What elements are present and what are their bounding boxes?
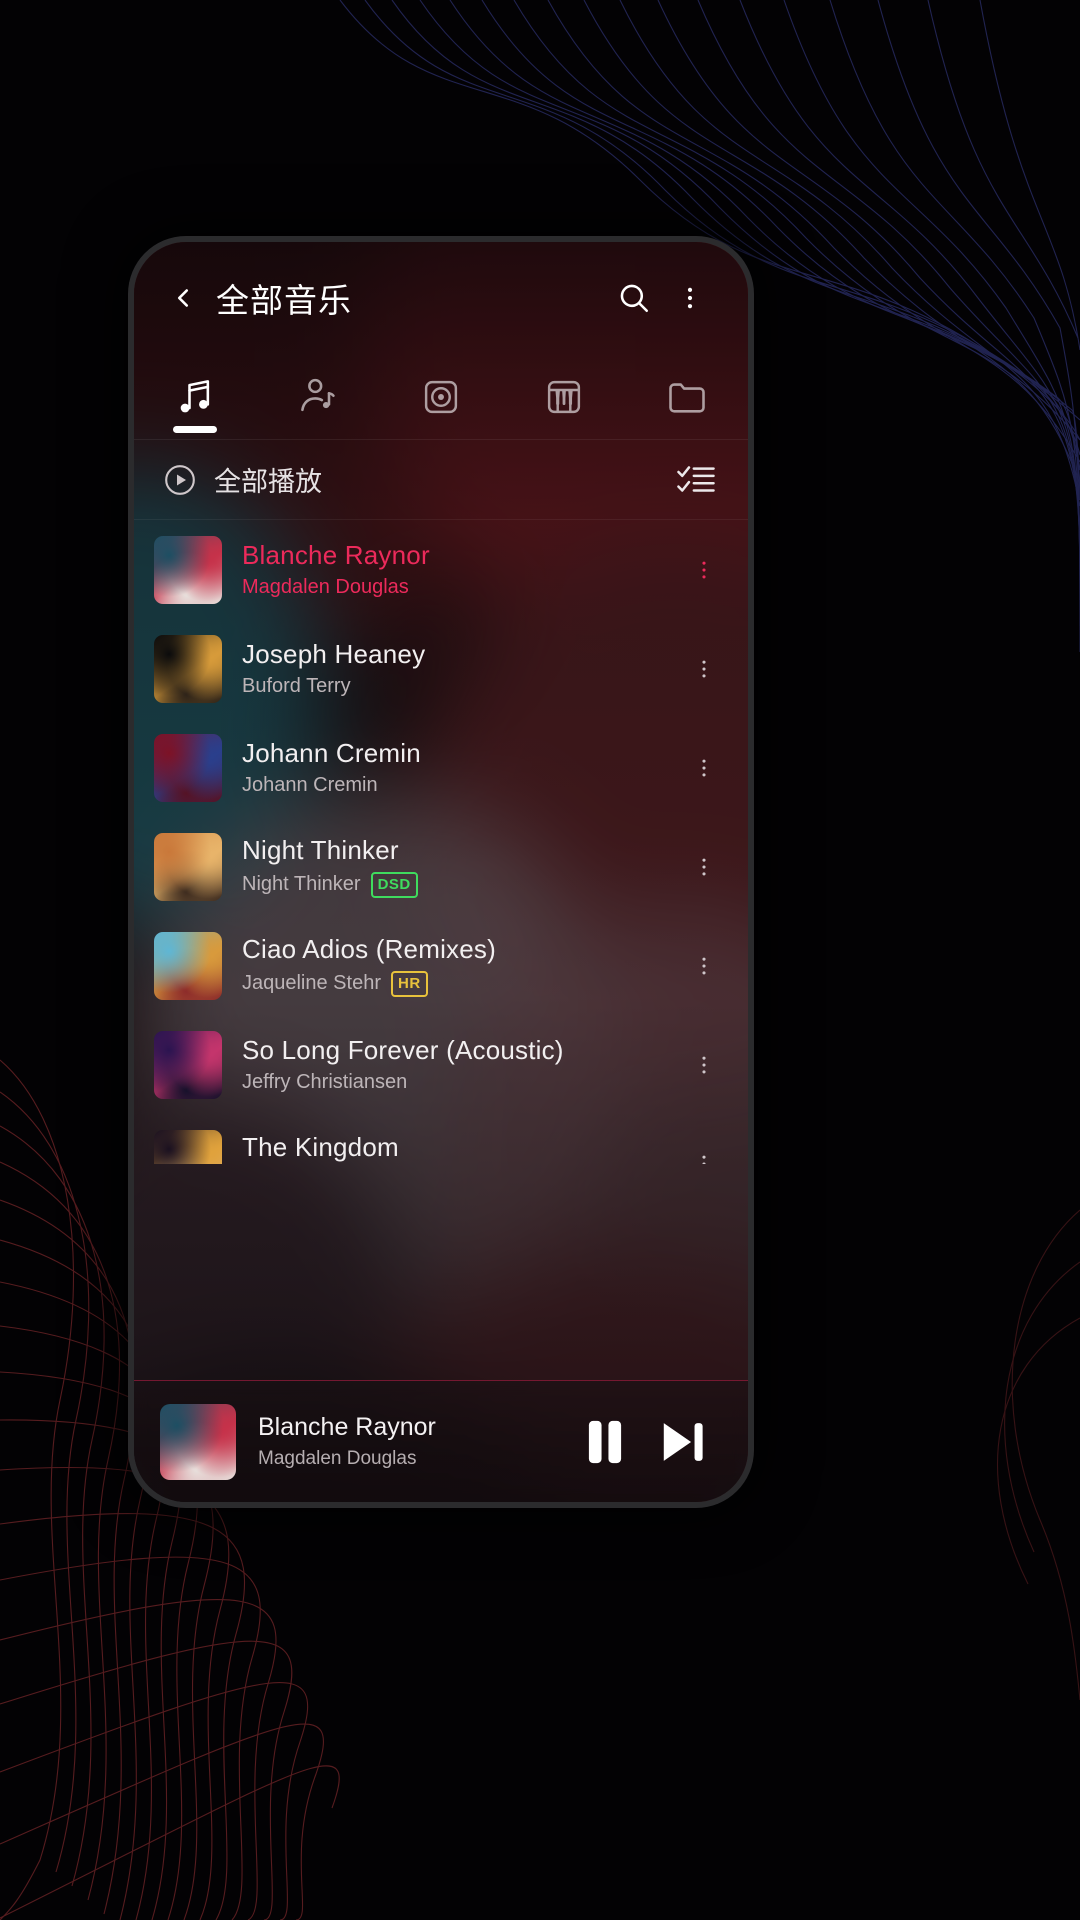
song-row[interactable]: Night Thinker Night Thinker DSD <box>134 817 748 916</box>
chevron-left-icon <box>177 289 189 307</box>
play-circle-icon <box>165 464 195 495</box>
song-subtitle: Jeffry Christiansen <box>242 1071 678 1094</box>
song-meta: So Long Forever (Acoustic) Jeffry Christi… <box>242 1035 678 1095</box>
album-disc-icon <box>424 380 458 413</box>
song-more-button[interactable] <box>678 634 730 704</box>
song-artist: Magdalen Douglas <box>242 576 409 599</box>
album-art <box>154 733 222 802</box>
mini-player-album-art <box>160 1403 236 1480</box>
song-meta: Johann Cremin Johann Cremin <box>242 738 678 798</box>
song-meta: Blanche Raynor Magdalen Douglas <box>242 540 678 600</box>
pause-icon <box>588 1420 622 1463</box>
piano-icon <box>547 380 580 413</box>
song-row[interactable]: The KingdomCharlie TorphySQ <box>134 1114 748 1164</box>
multiselect-button[interactable] <box>670 454 722 506</box>
album-art <box>154 931 222 1000</box>
overflow-menu-button[interactable] <box>662 270 718 326</box>
song-title: Blanche Raynor <box>242 539 430 570</box>
folder-icon <box>668 382 705 413</box>
artist-icon <box>301 378 335 411</box>
song-more-button[interactable] <box>678 832 730 902</box>
song-subtitle: Magdalen Douglas <box>242 576 678 599</box>
phone-device-frame: 全部音乐 全部播放 Blanche Raynor Magdalen Dougla… <box>128 236 754 1508</box>
tab-genres[interactable] <box>502 354 625 439</box>
more-vertical-icon <box>702 858 706 875</box>
search-icon <box>620 284 649 313</box>
tab-albums[interactable] <box>380 354 503 439</box>
song-title: Joseph Heaney <box>242 638 426 669</box>
more-vertical-icon <box>702 759 706 776</box>
app-top-bar: 全部音乐 <box>134 242 748 354</box>
song-title: So Long Forever (Acoustic) <box>242 1034 564 1065</box>
song-artist: Buford Terry <box>242 675 351 698</box>
play-all-label: 全部播放 <box>214 467 322 497</box>
album-art <box>154 535 222 604</box>
quality-badge: HR <box>390 970 428 997</box>
album-art <box>154 634 222 703</box>
song-title: Night Thinker <box>242 835 399 866</box>
quality-badge: DSD <box>370 871 418 898</box>
song-list[interactable]: Blanche Raynor Magdalen Douglas Joseph Hea… <box>134 520 748 1164</box>
song-subtitle: Night Thinker DSD <box>242 871 678 898</box>
checklist-icon <box>677 465 715 492</box>
song-row[interactable]: So Long Forever (Acoustic) Jeffry Christi… <box>134 1015 748 1114</box>
tab-songs[interactable] <box>134 354 257 439</box>
song-subtitle: Jaqueline Stehr HR <box>242 970 678 997</box>
library-tab-bar <box>134 354 748 440</box>
song-title: Johann Cremin <box>242 737 421 768</box>
album-art <box>154 1030 222 1099</box>
search-button[interactable] <box>606 270 662 326</box>
song-artist: Jaqueline Stehr <box>242 972 381 995</box>
more-vertical-icon <box>702 561 706 578</box>
mini-player-artist: Magdalen Douglas <box>258 1448 417 1469</box>
song-subtitle: Buford Terry <box>242 675 678 698</box>
mini-player-title: Blanche Raynor <box>258 1413 436 1441</box>
page-title: 全部音乐 <box>216 282 352 319</box>
song-artist: Jeffry Christiansen <box>242 1071 408 1094</box>
next-track-button[interactable] <box>644 1403 722 1481</box>
song-meta: Night Thinker Night Thinker DSD <box>242 835 678 898</box>
song-row[interactable]: Johann Cremin Johann Cremin <box>134 718 748 817</box>
more-vertical-icon <box>702 957 706 974</box>
pause-button[interactable] <box>566 1403 644 1481</box>
more-vertical-icon <box>702 1155 706 1164</box>
song-meta: The KingdomCharlie TorphySQ <box>242 1132 678 1164</box>
back-button[interactable] <box>160 275 206 321</box>
song-row[interactable]: Ciao Adios (Remixes) Jaqueline Stehr HR <box>134 916 748 1015</box>
song-title: The Kingdom <box>242 1132 399 1163</box>
song-more-button[interactable] <box>678 1129 730 1164</box>
tab-artists[interactable] <box>257 354 380 439</box>
play-all-row[interactable]: 全部播放 <box>134 440 748 520</box>
song-meta: Ciao Adios (Remixes) Jaqueline Stehr HR <box>242 934 678 997</box>
song-more-button[interactable] <box>678 733 730 803</box>
active-tab-indicator <box>173 426 218 433</box>
skip-next-icon <box>663 1422 703 1461</box>
album-art <box>154 832 222 901</box>
song-artist: Night Thinker <box>242 873 361 896</box>
more-vertical-icon <box>702 1056 706 1073</box>
more-vertical-icon <box>687 287 693 309</box>
song-title: Ciao Adios (Remixes) <box>242 934 496 965</box>
music-note-icon <box>181 379 210 412</box>
song-meta: Joseph Heaney Buford Terry <box>242 639 678 699</box>
album-art <box>154 1129 222 1164</box>
song-more-button[interactable] <box>678 931 730 1001</box>
tab-folders[interactable] <box>625 354 748 439</box>
more-vertical-icon <box>702 660 706 677</box>
song-more-button[interactable] <box>678 535 730 605</box>
song-row[interactable]: Joseph Heaney Buford Terry <box>134 619 748 718</box>
song-row[interactable]: Blanche Raynor Magdalen Douglas <box>134 520 748 619</box>
song-subtitle: Johann Cremin <box>242 774 678 797</box>
song-more-button[interactable] <box>678 1030 730 1100</box>
mini-player-bar[interactable]: Blanche Raynor Magdalen Douglas <box>134 1380 748 1502</box>
song-artist: Johann Cremin <box>242 774 378 797</box>
phone-screen: 全部音乐 全部播放 Blanche Raynor Magdalen Dougla… <box>134 242 748 1502</box>
